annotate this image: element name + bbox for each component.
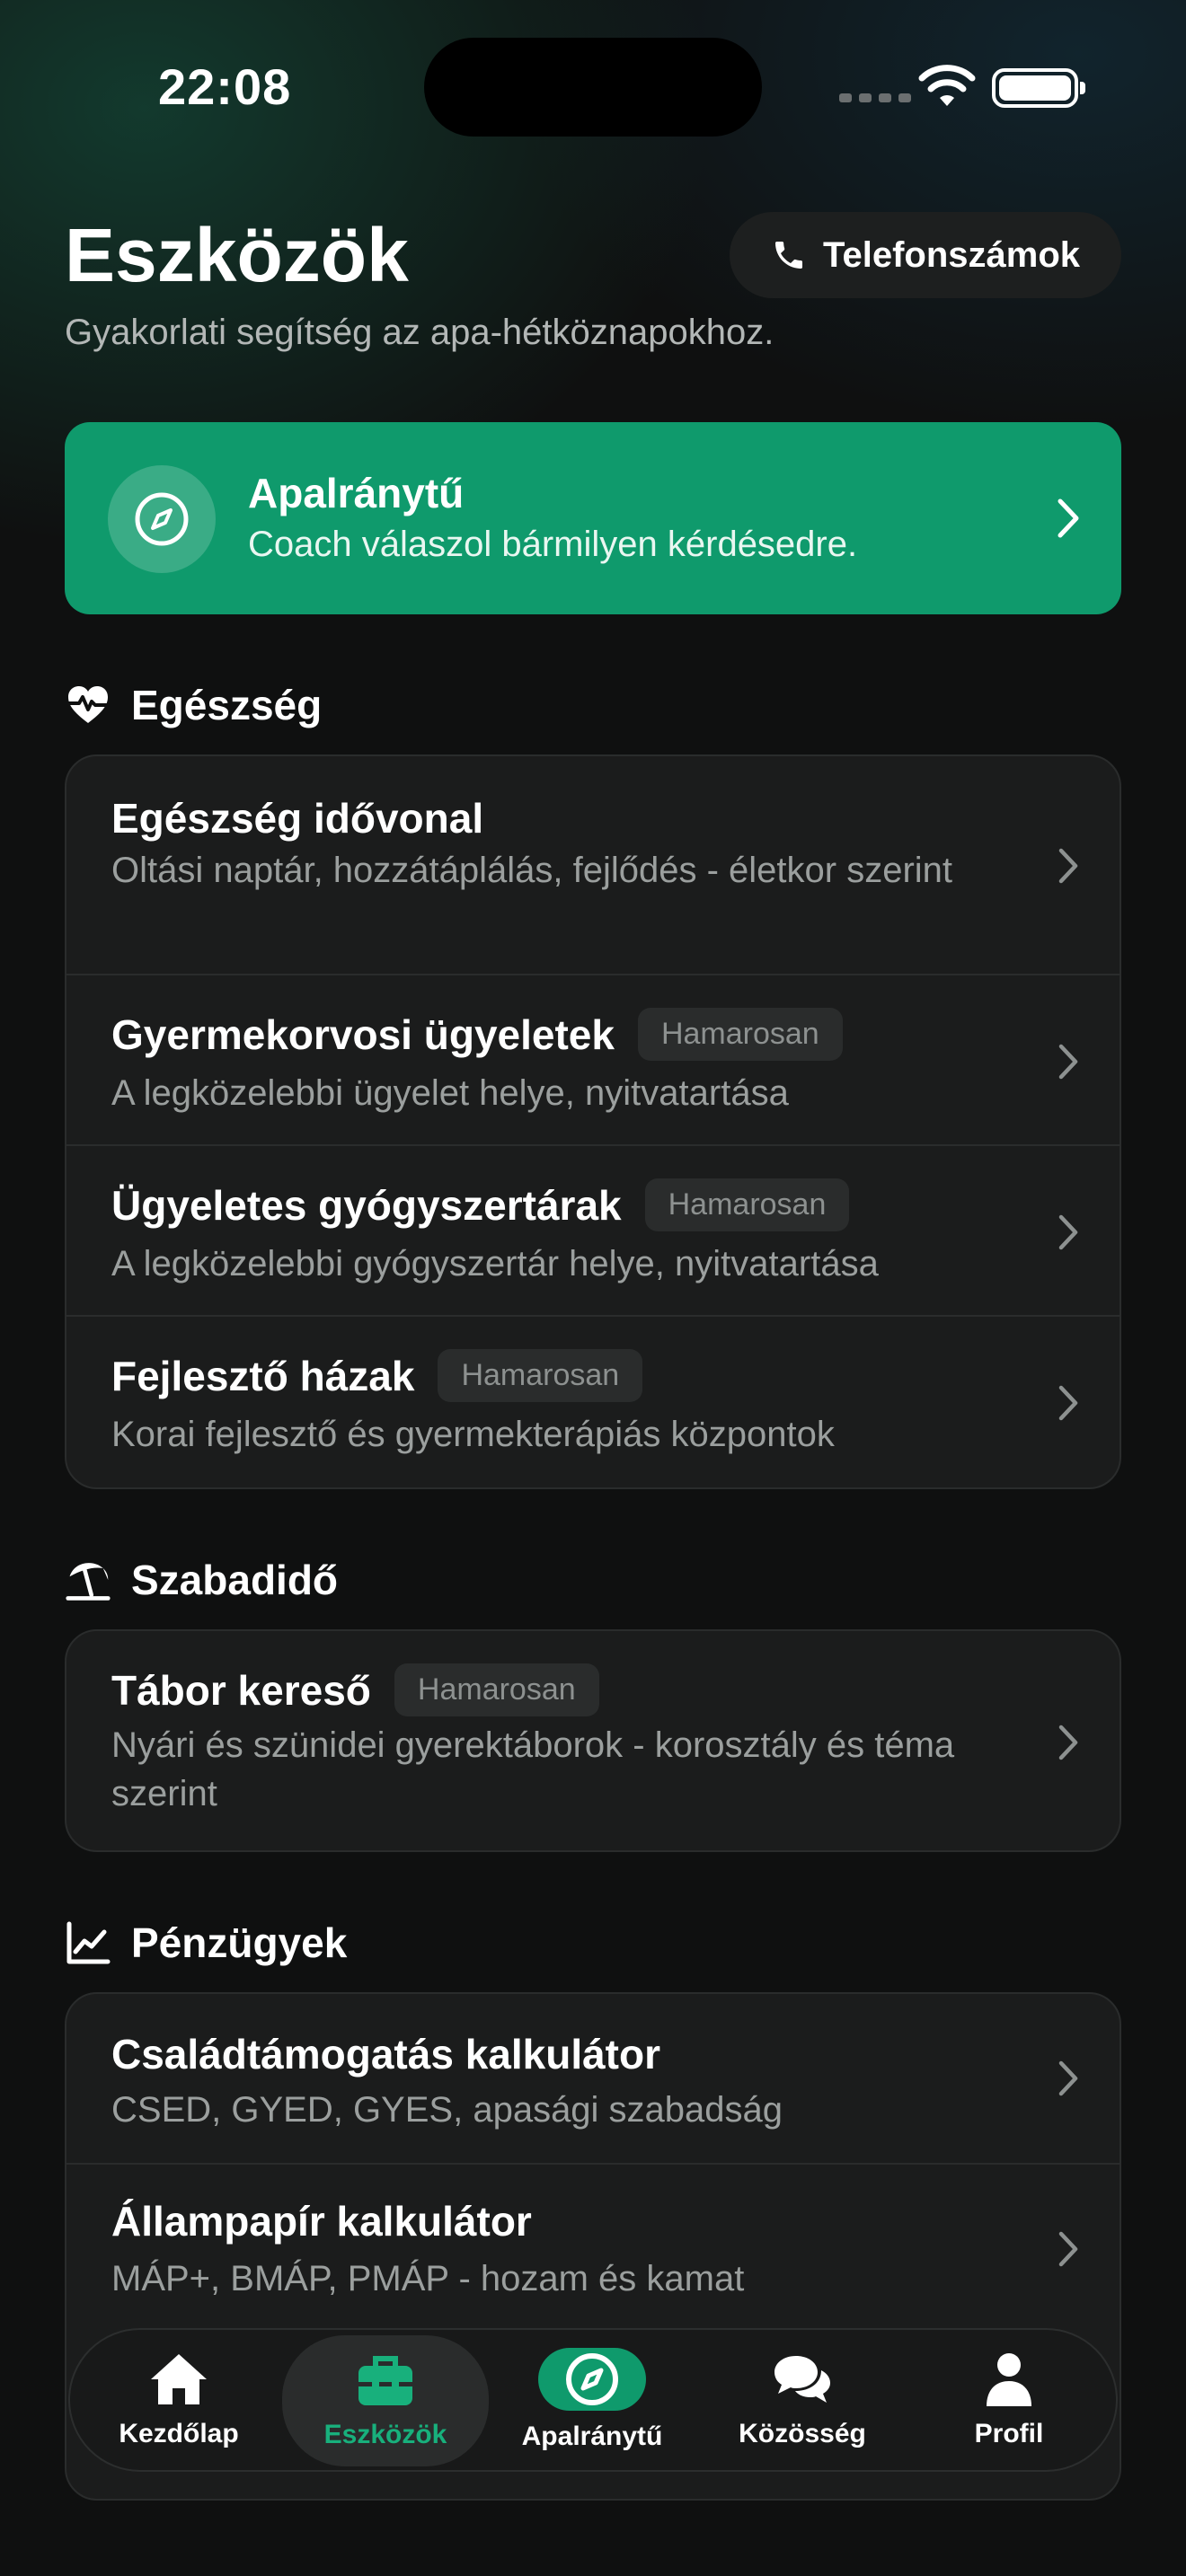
list-item-title: Családtámogatás kalkulátor (111, 2031, 661, 2078)
page-title: Eszközök (65, 213, 409, 297)
battery-icon (992, 68, 1085, 108)
chevron-right-icon (1058, 498, 1079, 538)
tab-coach[interactable]: Apalránytű (498, 2330, 686, 2470)
tab-label: Profil (974, 2419, 1044, 2448)
list-item-subtitle: MÁP+, BMÁP, PMÁP - hozam és kamat (111, 2259, 745, 2298)
toolbox-icon (358, 2356, 412, 2405)
tab-label: Kezdőlap (119, 2419, 239, 2448)
coming-soon-badge: Hamarosan (644, 1178, 850, 1231)
phone-icon (775, 242, 802, 269)
chevron-right-icon (1058, 2060, 1078, 2096)
status-time: 22:08 (158, 58, 292, 115)
coach-subtitle: Coach válaszol bármilyen kérdésedre. (248, 525, 858, 564)
list-item-health-timeline[interactable]: Egészség idővonal Oltási naptár, hozzátá… (66, 756, 1120, 975)
list-item-title: Állampapír kalkulátor (111, 2198, 532, 2245)
list-item-subtitle: Korai fejlesztő és gyermekterápiás közpo… (111, 1415, 835, 1454)
leisure-card: Tábor kereső Hamarosan Nyári és szünidei … (65, 1629, 1121, 1852)
coach-title: Apalránytű (248, 470, 465, 516)
cellular-signal-icon (839, 93, 911, 102)
person-icon (987, 2353, 1031, 2406)
list-item-family-support-calculator[interactable]: Családtámogatás kalkulátor CSED, GYED, G… (66, 1994, 1120, 2165)
section-header-health: Egészség (65, 681, 322, 729)
list-item-subtitle: A legközelebbi ügyelet helye, nyitvatart… (111, 1073, 789, 1113)
dynamic-island (424, 38, 762, 137)
list-item-duty-pharmacies[interactable]: Ügyeletes gyógyszertárak Hamarosan A legk… (66, 1146, 1120, 1317)
tab-label: Eszközök (323, 2420, 447, 2449)
page-subtitle: Gyakorlati segítség az apa-hétköznapokho… (65, 313, 774, 352)
coach-banner[interactable]: Apalránytű Coach válaszol bármilyen kérd… (65, 422, 1121, 614)
tab-label: Apalránytű (521, 2422, 663, 2451)
tab-home[interactable]: Kezdőlap (84, 2330, 273, 2470)
chevron-right-icon (1058, 1214, 1078, 1250)
section-header-finances: Pénzügyek (65, 1919, 347, 1967)
phone-numbers-label: Telefonszámok (823, 234, 1080, 275)
section-title: Szabadidő (131, 1557, 339, 1603)
list-item-title: Egészség idővonal (111, 795, 484, 842)
section-title: Egészség (131, 682, 323, 728)
tab-bar: Kezdőlap Eszközök Apalránytű Közösség Pr… (68, 2328, 1118, 2472)
coach-icon-circle (108, 465, 216, 573)
compass-icon (566, 2353, 618, 2405)
section-title: Pénzügyek (131, 1919, 348, 1966)
chat-bubbles-icon (774, 2356, 830, 2403)
list-item-subtitle: Nyári és szünidei gyerektáborok - korosz… (111, 1725, 955, 1813)
list-item-title: Gyermekorvosi ügyeletek Hamarosan (111, 1008, 843, 1061)
coach-tab-pill (538, 2348, 646, 2411)
chart-line-icon (66, 1921, 111, 1964)
tab-label: Közösség (739, 2419, 866, 2448)
chevron-right-icon (1058, 848, 1078, 884)
chevron-right-icon (1058, 1044, 1078, 1080)
chevron-right-icon (1058, 2231, 1078, 2267)
health-card: Egészség idővonal Oltási naptár, hozzátá… (65, 754, 1121, 1489)
coming-soon-badge: Hamarosan (637, 1008, 843, 1061)
home-icon (151, 2354, 207, 2404)
chevron-right-icon (1058, 1725, 1078, 1760)
list-item-government-bond-calculator[interactable]: Állampapír kalkulátor MÁP+, BMÁP, PMÁP -… (66, 2165, 1120, 2335)
list-item-title: Tábor kereső Hamarosan (111, 1663, 599, 1716)
tab-tools[interactable]: Eszközök (282, 2335, 489, 2466)
tab-profile[interactable]: Profil (915, 2330, 1103, 2470)
heart-pulse-icon (66, 686, 110, 723)
tab-community[interactable]: Közösség (699, 2330, 906, 2470)
list-item-camp-finder[interactable]: Tábor kereső Hamarosan Nyári és szünidei … (66, 1631, 1120, 1850)
wifi-icon (918, 65, 976, 106)
section-header-leisure: Szabadidő (65, 1556, 338, 1604)
beach-umbrella-icon (66, 1563, 111, 1601)
list-item-development-centers[interactable]: Fejlesztő házak Hamarosan Korai fejlesztő… (66, 1317, 1120, 1487)
list-item-pediatric-duty[interactable]: Gyermekorvosi ügyeletek Hamarosan A legkö… (66, 975, 1120, 1146)
list-item-subtitle: A legközelebbi gyógyszertár helye, nyitv… (111, 1244, 879, 1284)
list-item-title: Ügyeletes gyógyszertárak Hamarosan (111, 1178, 850, 1231)
status-bar: 22:08 (0, 0, 1186, 171)
list-item-subtitle: CSED, GYED, GYES, apasági szabadság (111, 2090, 783, 2130)
phone-numbers-button[interactable]: Telefonszámok (730, 212, 1121, 298)
list-item-subtitle: Oltási naptár, hozzátáplálás, fejlődés -… (111, 851, 953, 890)
compass-icon (135, 492, 189, 546)
coming-soon-badge: Hamarosan (438, 1349, 643, 1402)
chevron-right-icon (1058, 1385, 1078, 1421)
coming-soon-badge: Hamarosan (394, 1663, 599, 1716)
list-item-title: Fejlesztő házak Hamarosan (111, 1349, 643, 1402)
